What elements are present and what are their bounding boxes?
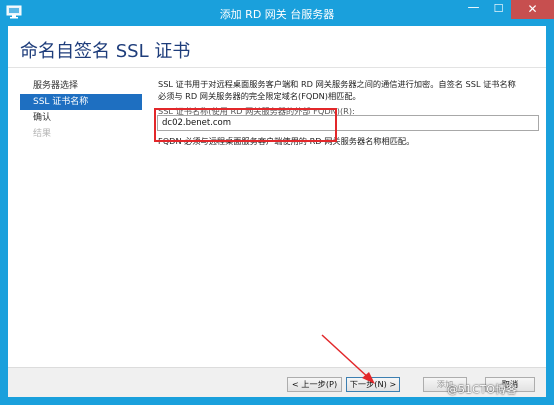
header-divider	[8, 67, 546, 68]
next-button[interactable]: 下一步(N) >	[346, 377, 400, 392]
nav-item-ssl-cert-name[interactable]: SSL 证书名称	[20, 94, 142, 110]
fqdn-note: FQDN 必须与远程桌面服务客户端使用的 RD 网关服务器名称相匹配。	[158, 136, 415, 146]
fqdn-input[interactable]	[157, 115, 539, 131]
watermark: @51CTO博客	[447, 383, 518, 396]
wizard-nav: 服务器选择 SSL 证书名称 确认 结果	[20, 78, 142, 142]
title-bar[interactable]: 添加 RD 网关 台服务器 — ☐ ✕	[0, 0, 554, 26]
page-title: 命名自签名 SSL 证书	[20, 41, 191, 62]
maximize-button[interactable]: ☐	[486, 0, 511, 19]
description-line-2: 必须与 RD 网关服务器的完全限定域名(FQDN)相匹配。	[158, 91, 361, 101]
window-frame-bottom	[0, 397, 554, 405]
previous-button[interactable]: < 上一步(P)	[287, 377, 342, 392]
minimize-button[interactable]: —	[461, 0, 486, 19]
close-icon: ✕	[527, 2, 538, 16]
close-button[interactable]: ✕	[511, 0, 554, 19]
nav-item-server-selection[interactable]: 服务器选择	[20, 78, 142, 94]
maximize-icon: ☐	[493, 2, 504, 15]
window-frame-left	[0, 26, 8, 405]
description-text: SSL 证书用于对远程桌面服务客户端和 RD 网关服务器之间的通信进行加密。自签…	[158, 78, 538, 102]
minimize-icon: —	[467, 0, 480, 14]
nav-item-confirm[interactable]: 确认	[20, 110, 142, 126]
nav-item-results: 结果	[33, 129, 52, 139]
window-frame-right	[546, 26, 554, 405]
description-line-1: SSL 证书用于对远程桌面服务客户端和 RD 网关服务器之间的通信进行加密。自签…	[158, 79, 516, 89]
